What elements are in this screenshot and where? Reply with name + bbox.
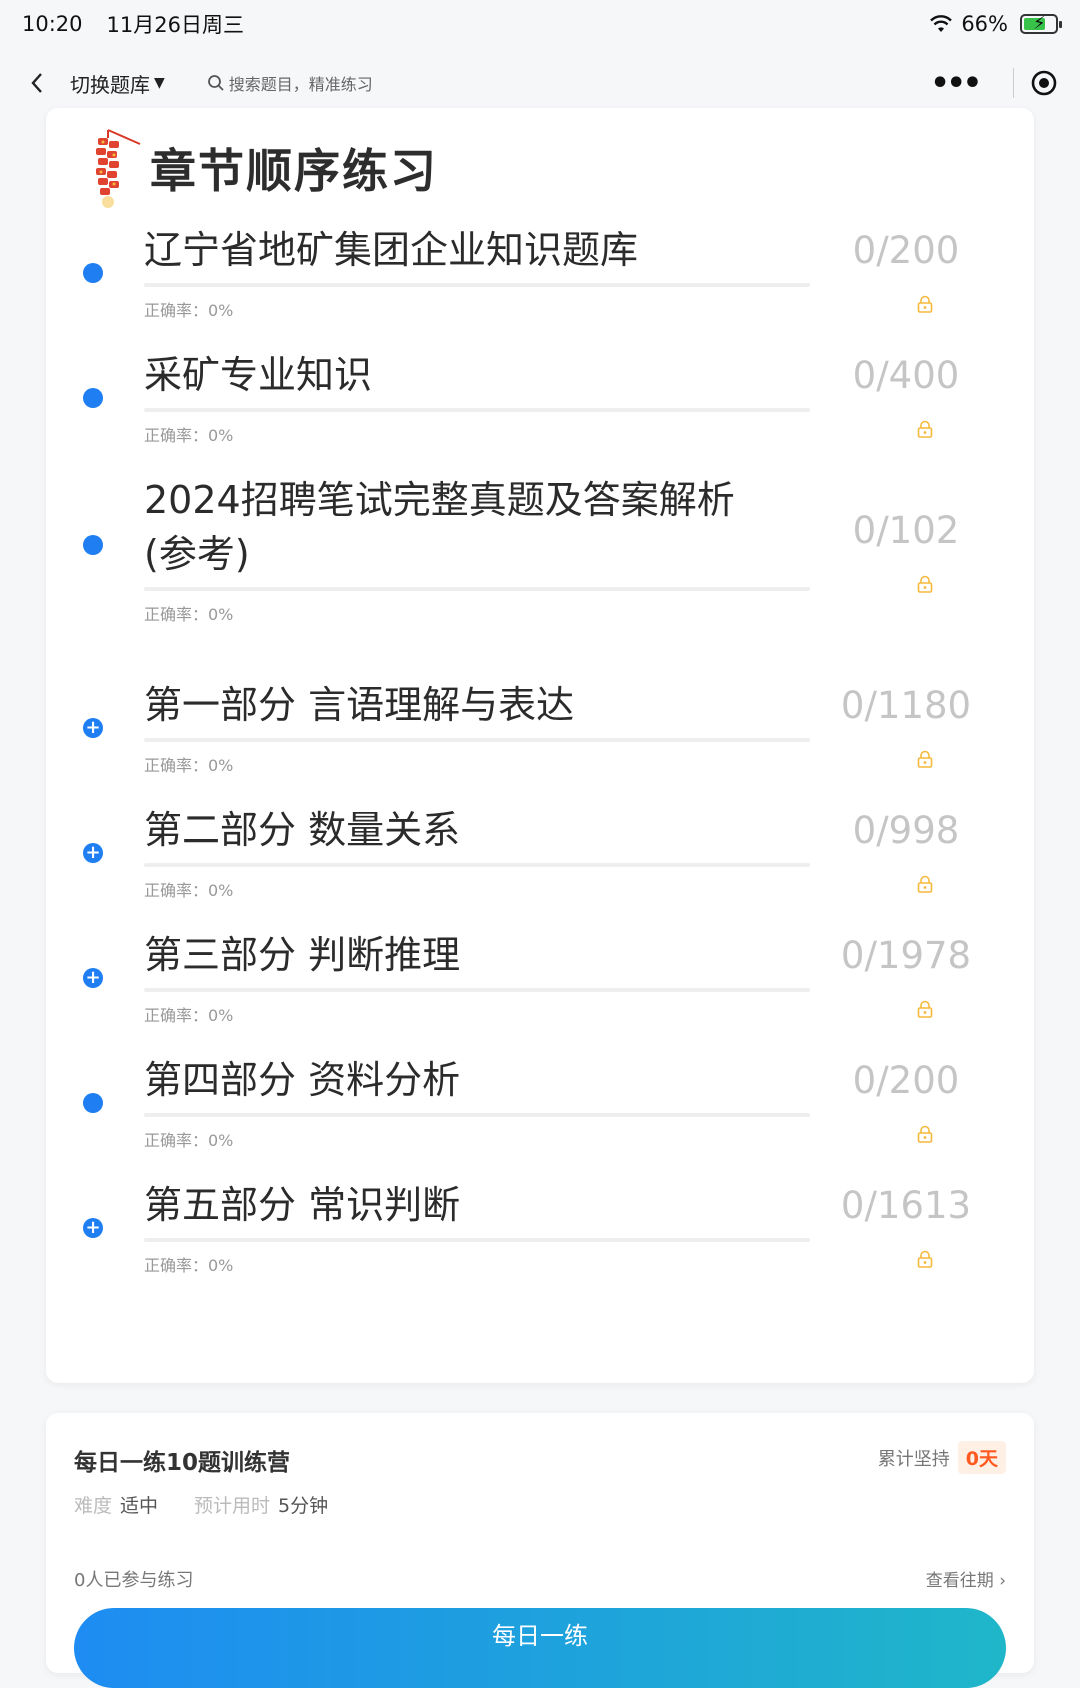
card-header: 章节顺序练习	[86, 123, 438, 213]
chapter-accuracy: 正确率：0%	[144, 1006, 234, 1025]
lock-icon	[917, 750, 933, 768]
wifi-icon	[930, 15, 953, 32]
chapter-dot-icon	[83, 535, 103, 555]
capsule-divider	[1013, 68, 1014, 98]
chapter-count: 0/200	[852, 1059, 960, 1102]
battery-percent: 66%	[961, 12, 1008, 36]
switch-bank-label: 切换题库	[70, 72, 150, 97]
switch-bank-dropdown[interactable]: 切换题库 ▼	[70, 69, 165, 98]
streak-badge: 0天	[957, 1441, 1006, 1474]
chapter-name: 第四部分 资料分析	[144, 1058, 461, 1102]
chapter-count: 0/200	[852, 229, 960, 272]
chapter-accuracy: 正确率：0%	[144, 1256, 234, 1275]
chapter-name: 2024招聘笔试完整真题及答案解析(参考)	[144, 478, 735, 576]
chapter-progress-track	[144, 1238, 810, 1242]
lock-icon	[917, 1125, 933, 1143]
status-time: 10:20	[22, 12, 83, 36]
lock-icon	[917, 875, 933, 893]
chapter-accuracy: 正确率：0%	[144, 881, 234, 900]
search-icon	[207, 75, 224, 91]
chapter-count: 0/102	[852, 509, 960, 552]
expand-plus-icon[interactable]: +	[83, 718, 103, 738]
chapter-row[interactable]: 2024招聘笔试完整真题及答案解析(参考) 正确率：0% 0/102	[46, 473, 1034, 641]
chapter-row[interactable]: + 第二部分 数量关系正确率：0% 0/998	[46, 803, 1034, 917]
daily-practice-card: 每日一练10题训练营 累计坚持 0天 难度 适中 预计用时 5分钟 0人已参与练习 …	[46, 1413, 1034, 1688]
chapter-progress-track	[144, 408, 810, 412]
lock-icon	[917, 295, 933, 313]
battery-icon: ⚡	[1020, 13, 1062, 34]
more-icon[interactable]: •••	[912, 66, 997, 101]
lock-icon	[917, 1250, 933, 1268]
chapter-row[interactable]: 辽宁省地矿集团企业知识题库正确率：0% 0/200	[46, 223, 1034, 337]
status-bar: 10:20 11月26日周三 66% ⚡	[0, 0, 1080, 48]
chapter-progress-track	[144, 988, 810, 992]
chapter-name: 第五部分 常识判断	[144, 1183, 461, 1227]
chapter-row[interactable]: 第四部分 资料分析正确率：0% 0/200	[46, 1053, 1034, 1167]
chapter-row[interactable]: + 第三部分 判断推理正确率：0% 0/1978	[46, 928, 1034, 1042]
chapter-dot-icon	[83, 263, 103, 283]
search-placeholder: 搜索题目，精准练习	[228, 75, 373, 94]
time-value: 5分钟	[278, 1495, 329, 1517]
chapter-progress-track	[144, 1113, 810, 1117]
time-label: 预计用时	[194, 1495, 271, 1517]
chapter-name: 第一部分 言语理解与表达	[144, 683, 575, 727]
chapter-row[interactable]: 采矿专业知识正确率：0% 0/400	[46, 348, 1034, 462]
chapter-progress-track	[144, 587, 810, 591]
chapter-count: 0/1613	[840, 1184, 972, 1227]
chapter-name: 辽宁省地矿集团企业知识题库	[144, 228, 639, 272]
close-miniprogram-icon[interactable]	[1030, 69, 1058, 97]
streak: 累计坚持 0天	[878, 1441, 1006, 1474]
status-date: 11月26日周三	[106, 13, 244, 37]
expand-plus-icon[interactable]: +	[83, 968, 103, 988]
back-icon[interactable]	[22, 63, 52, 103]
daily-practice-button[interactable]: 每日一练	[74, 1608, 1006, 1688]
chapter-progress-track	[144, 863, 810, 867]
chapter-dot-icon	[83, 388, 103, 408]
chapter-practice-card: 章节顺序练习 辽宁省地矿集团企业知识题库 正确率：0% 0/200 采矿专业知识 正确率…	[46, 108, 1034, 1383]
chapter-count: 0/1180	[840, 684, 972, 727]
chevron-right-icon: ›	[999, 1571, 1006, 1591]
chapter-count: 0/998	[852, 809, 960, 852]
status-right: 66% ⚡	[929, 12, 1062, 36]
difficulty-value: 适中	[120, 1495, 159, 1517]
chapter-accuracy: 正确率：0%	[144, 426, 234, 445]
streak-label: 累计坚持	[877, 1448, 950, 1470]
chapter-accuracy: 正确率：0%	[144, 1131, 234, 1150]
estimated-time: 预计用时 5分钟	[194, 1491, 328, 1518]
chapter-dot-icon	[83, 1093, 103, 1113]
lock-icon	[917, 420, 933, 438]
participants: 0人已参与练习	[74, 1570, 194, 1591]
history-link[interactable]: 查看往期 ›	[926, 1566, 1006, 1591]
chapter-accuracy: 正确率：0%	[144, 301, 234, 320]
chapter-row[interactable]: + 第五部分 常识判断正确率：0% 0/1613	[46, 1178, 1034, 1292]
difficulty-label: 难度	[74, 1495, 113, 1517]
lock-icon	[917, 575, 933, 593]
difficulty: 难度 适中	[74, 1491, 158, 1518]
history-link-label: 查看往期	[925, 1571, 994, 1591]
expand-plus-icon[interactable]: +	[83, 1218, 103, 1238]
chapter-row[interactable]: + 第一部分 言语理解与表达正确率：0% 0/1180	[46, 678, 1034, 792]
chapter-name: 第三部分 判断推理	[144, 933, 461, 977]
chapter-accuracy: 正确率：0%	[144, 756, 234, 775]
daily-meta: 难度 适中 预计用时 5分钟	[74, 1491, 328, 1518]
chapter-progress-track	[144, 283, 810, 287]
chapter-accuracy: 正确率：0%	[144, 605, 234, 624]
lock-icon	[917, 1000, 933, 1018]
chapter-name: 第二部分 数量关系	[144, 808, 461, 852]
chapter-progress-track	[144, 738, 810, 742]
chapter-count: 0/400	[852, 354, 960, 397]
chapter-count: 0/1978	[840, 934, 972, 977]
chapter-name: 采矿专业知识	[144, 353, 373, 397]
daily-title: 每日一练10题训练营	[74, 1450, 291, 1476]
firecracker-icon	[96, 129, 141, 208]
caret-down-icon: ▼	[154, 75, 165, 91]
card-title: 章节顺序练习	[150, 144, 438, 198]
capsule-menu: •••	[912, 66, 1058, 101]
expand-plus-icon[interactable]: +	[83, 843, 103, 863]
search-box[interactable]: 搜索题目，精准练习	[207, 71, 373, 95]
